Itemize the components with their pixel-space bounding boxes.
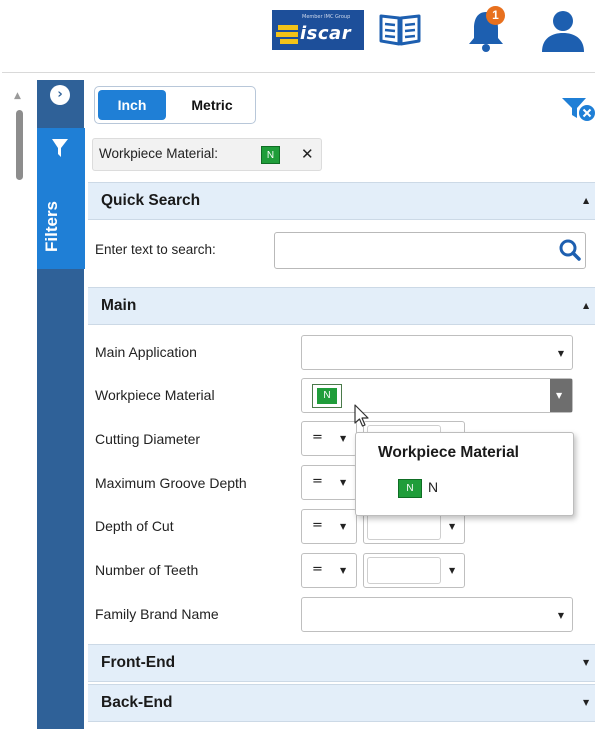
mouse-pointer-icon bbox=[354, 404, 372, 434]
notification-count-badge: 1 bbox=[486, 6, 505, 25]
material-n-badge: N bbox=[398, 479, 422, 498]
chevron-down-icon: ▼ bbox=[556, 391, 563, 400]
expand-down-icon: ▼ bbox=[583, 698, 590, 707]
chevron-right-icon: › bbox=[57, 87, 63, 102]
front-end-section-header[interactable]: Front-End ▼ bbox=[88, 644, 595, 682]
main-section-title: Main bbox=[101, 297, 137, 314]
top-header: Member IMC Group iscar 1 bbox=[0, 0, 595, 70]
scroll-up-arrow-icon[interactable]: ▲ bbox=[14, 91, 21, 101]
catalog-book-icon[interactable] bbox=[377, 8, 423, 48]
chevron-down-icon: ▼ bbox=[557, 611, 564, 620]
number-of-teeth-operator-select[interactable]: = ▼ bbox=[301, 553, 357, 588]
main-application-select[interactable]: ▼ bbox=[301, 335, 573, 370]
iscar-logo[interactable]: Member IMC Group iscar bbox=[272, 10, 364, 50]
quick-search-title: Quick Search bbox=[101, 192, 201, 209]
chevron-down-icon: ▼ bbox=[340, 522, 347, 531]
clear-filters-icon[interactable] bbox=[562, 96, 595, 126]
filter-funnel-icon bbox=[51, 137, 69, 163]
unit-metric-button[interactable]: Metric bbox=[175, 90, 249, 120]
workpiece-material-label: Workpiece Material bbox=[95, 387, 215, 403]
tooltip-value: N bbox=[428, 479, 439, 495]
search-input[interactable] bbox=[274, 232, 586, 269]
unit-inch-button[interactable]: Inch bbox=[98, 90, 166, 120]
chevron-down-icon: ▼ bbox=[557, 349, 564, 358]
logo-wordmark: iscar bbox=[300, 23, 352, 44]
main-application-label: Main Application bbox=[95, 344, 197, 360]
quick-search-section-header[interactable]: Quick Search ▲ bbox=[88, 182, 595, 220]
collapse-up-icon: ▲ bbox=[583, 301, 590, 310]
chevron-down-icon: ▼ bbox=[449, 566, 456, 575]
family-brand-name-select[interactable]: ▼ bbox=[301, 597, 573, 632]
max-groove-depth-operator-select[interactable]: = ▼ bbox=[301, 465, 357, 500]
user-icon[interactable] bbox=[540, 8, 586, 52]
material-n-badge: N bbox=[261, 146, 280, 164]
main-section-header[interactable]: Main ▲ bbox=[88, 287, 595, 325]
workpiece-material-select[interactable]: N ▼ bbox=[301, 378, 573, 413]
logo-subtext: Member IMC Group bbox=[302, 14, 351, 20]
chevron-down-icon: ▼ bbox=[340, 478, 347, 487]
filters-tab-label: Filters bbox=[42, 200, 61, 252]
workpiece-material-tooltip: Workpiece Material N N bbox=[355, 432, 574, 516]
header-divider bbox=[2, 72, 595, 73]
dropdown-arrow-button[interactable]: ▼ bbox=[550, 379, 572, 412]
expand-down-icon: ▼ bbox=[583, 658, 590, 667]
close-icon[interactable]: ✕ bbox=[301, 145, 314, 163]
number-of-teeth-value-select[interactable]: ▼ bbox=[363, 553, 465, 588]
back-end-title: Back-End bbox=[101, 694, 173, 711]
material-n-tag: N bbox=[312, 384, 342, 408]
search-icon[interactable] bbox=[552, 232, 586, 269]
family-brand-name-label: Family Brand Name bbox=[95, 606, 219, 622]
collapse-up-icon: ▲ bbox=[583, 196, 590, 205]
depth-of-cut-operator-select[interactable]: = ▼ bbox=[301, 509, 357, 544]
number-of-teeth-label: Number of Teeth bbox=[95, 562, 199, 578]
unit-toggle: Inch Metric bbox=[94, 86, 256, 124]
cutting-diameter-operator-select[interactable]: = ▼ bbox=[301, 421, 357, 456]
chevron-down-icon: ▼ bbox=[340, 566, 347, 575]
max-groove-depth-label: Maximum Groove Depth bbox=[95, 475, 247, 491]
chevron-down-icon: ▼ bbox=[340, 434, 347, 443]
cutting-diameter-label: Cutting Diameter bbox=[95, 431, 201, 447]
scrollbar-thumb[interactable] bbox=[16, 110, 23, 180]
front-end-title: Front-End bbox=[101, 654, 176, 671]
back-end-section-header[interactable]: Back-End ▼ bbox=[88, 684, 595, 722]
material-n-badge: N bbox=[317, 388, 337, 404]
tooltip-title: Workpiece Material bbox=[378, 444, 519, 461]
active-filter-label: Workpiece Material: bbox=[99, 146, 219, 161]
active-filter-chip: Workpiece Material: N ✕ bbox=[92, 138, 322, 171]
collapse-toggle-button[interactable]: › bbox=[50, 85, 70, 105]
search-prompt-label: Enter text to search: bbox=[95, 242, 216, 257]
depth-of-cut-label: Depth of Cut bbox=[95, 518, 174, 534]
chevron-down-icon: ▼ bbox=[449, 522, 456, 531]
